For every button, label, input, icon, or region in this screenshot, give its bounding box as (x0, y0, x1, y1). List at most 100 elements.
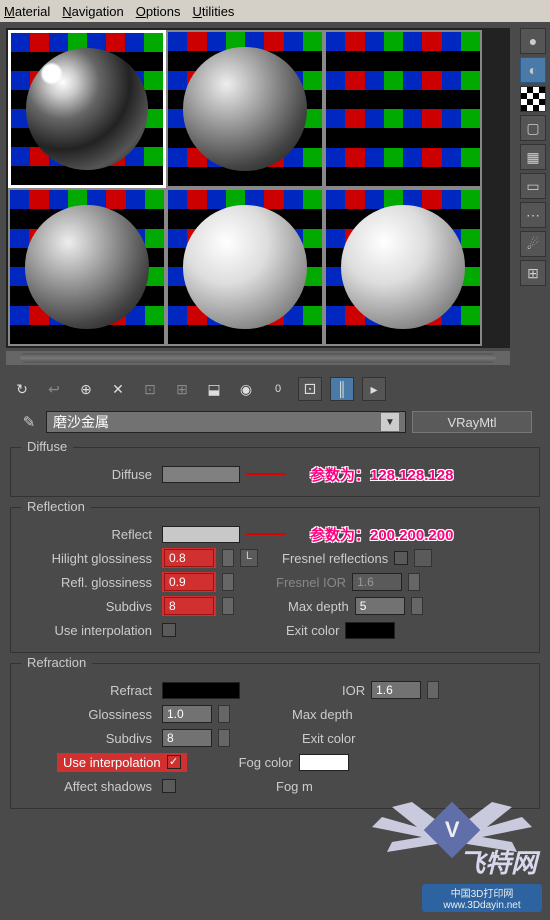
material-type-button[interactable]: VRayMtl (412, 411, 532, 433)
watermark-brand: 飞特网 (459, 843, 537, 880)
material-slot-5[interactable] (166, 188, 324, 346)
gloss-spinner[interactable]: 1.0 (162, 705, 212, 723)
reflect-label: Reflect (21, 527, 156, 542)
refraction-legend: Refraction (21, 655, 92, 670)
maxdepth-label: Max depth (288, 599, 349, 614)
lock-button[interactable]: L (240, 549, 258, 567)
diffuse-group: Diffuse Diffuse 参数为：128.128.128 (10, 447, 540, 497)
spinner-buttons[interactable] (222, 573, 234, 591)
refr-interp-checkbox[interactable] (167, 755, 181, 769)
assign-icon[interactable]: ⊕ (74, 377, 98, 401)
unique-icon[interactable]: ⊞ (170, 377, 194, 401)
eyedropper-icon[interactable]: ✎ (18, 411, 40, 433)
subdivs-spinner[interactable]: 8 (164, 597, 214, 615)
menu-material[interactable]: MMaterialaterial (4, 4, 50, 19)
reflect-color-swatch[interactable] (162, 526, 240, 543)
background-icon[interactable] (520, 86, 546, 112)
hgloss-label: Hilight glossiness (21, 551, 156, 566)
copy-icon[interactable]: ⊡ (138, 377, 162, 401)
refr-interp-label: Use interpolation (63, 755, 161, 770)
go-forward-icon[interactable]: ▸ (362, 377, 386, 401)
spinner-buttons[interactable] (427, 681, 439, 699)
gloss-label: Glossiness (21, 707, 156, 722)
dropdown-arrow-icon[interactable]: ▼ (381, 413, 399, 431)
material-name-input[interactable]: 磨沙金属▼ (46, 411, 406, 433)
menu-options[interactable]: Options (136, 4, 181, 19)
refr-subdivs-spinner[interactable]: 8 (162, 729, 212, 747)
exit-label: Exit color (286, 623, 339, 638)
spinner-buttons[interactable] (411, 597, 423, 615)
show-map-icon[interactable]: 0 (266, 377, 290, 401)
spinner-buttons[interactable] (222, 549, 234, 567)
maxdepth-spinner[interactable]: 5 (355, 597, 405, 615)
exit-color-swatch[interactable] (345, 622, 395, 639)
spinner-buttons[interactable] (218, 729, 230, 747)
fresnel-map-button[interactable] (414, 549, 432, 567)
fog-label: Fog color (239, 755, 293, 770)
subdivs-label: Subdivs (21, 599, 156, 614)
menu-utilities[interactable]: Utilities (193, 4, 235, 19)
annotation-line (246, 533, 286, 535)
reflect-annotation: 参数为：200.200.200 (310, 524, 453, 545)
effects-icon[interactable]: ◉ (234, 377, 258, 401)
select-by-icon[interactable]: ☄ (520, 231, 546, 257)
material-slot-2[interactable] (166, 30, 324, 188)
spinner-buttons[interactable] (218, 705, 230, 723)
show-end-icon[interactable]: ⚀ (298, 377, 322, 401)
watermark-badge: 中国3D打印网 www.3Ddayin.net (422, 884, 542, 912)
fresnel-checkbox[interactable] (394, 551, 408, 565)
reflection-legend: Reflection (21, 499, 91, 514)
fresnel-ior-label: Fresnel IOR (276, 575, 346, 590)
refr-subdivs-label: Subdivs (21, 731, 156, 746)
diffuse-label: Diffuse (21, 467, 156, 482)
refract-color-swatch[interactable] (162, 682, 240, 699)
diffuse-annotation: 参数为：128.128.128 (310, 464, 453, 485)
go-parent-icon[interactable]: ║ (330, 377, 354, 401)
material-slot-1[interactable] (8, 30, 166, 188)
interp-checkbox[interactable] (162, 623, 176, 637)
interp-label: Use interpolation (21, 623, 156, 638)
sample-type-icon[interactable]: ● (520, 28, 546, 54)
video-color-icon[interactable]: ▦ (520, 144, 546, 170)
fresnel-ior-spinner[interactable]: 1.6 (352, 573, 402, 591)
rgloss-label: Refl. glossiness (21, 575, 156, 590)
rgloss-spinner[interactable]: 0.9 (164, 573, 214, 591)
reset-icon[interactable]: ✕ (106, 377, 130, 401)
ior-spinner[interactable]: 1.6 (371, 681, 421, 699)
ior-label: IOR (342, 683, 365, 698)
refr-exit-label: Exit color (302, 731, 355, 746)
lower-toolbar: ↻ ↩ ⊕ ✕ ⊡ ⊞ ⬓ ◉ 0 ⚀ ║ ▸ (0, 371, 550, 407)
refr-maxdepth-label: Max depth (292, 707, 353, 722)
backlight-icon[interactable]: ◐ (520, 57, 546, 83)
diffuse-legend: Diffuse (21, 439, 73, 454)
material-slot-3[interactable] (324, 30, 482, 188)
diffuse-color-swatch[interactable] (162, 466, 240, 483)
shadows-label: Affect shadows (21, 779, 156, 794)
watermark: V 飞特网 中国3D打印网 www.3Ddayin.net (362, 792, 542, 912)
material-preview-area (0, 22, 516, 371)
watermark-v-icon: V (424, 802, 481, 859)
options-icon[interactable]: ⋯ (520, 202, 546, 228)
get-material-icon[interactable]: ↻ (10, 377, 34, 401)
make-preview-icon[interactable]: ▭ (520, 173, 546, 199)
fog-color-swatch[interactable] (299, 754, 349, 771)
menu-navigation[interactable]: Navigation (62, 4, 123, 19)
fogm-label: Fog m (276, 779, 313, 794)
spinner-buttons[interactable] (408, 573, 420, 591)
hgloss-spinner[interactable]: 0.8 (164, 549, 214, 567)
material-slot-4[interactable] (8, 188, 166, 346)
spinner-buttons[interactable] (222, 597, 234, 615)
put-to-lib-icon[interactable]: ⬓ (202, 377, 226, 401)
annotation-line (246, 473, 286, 475)
put-material-icon[interactable]: ↩ (42, 377, 66, 401)
shadows-checkbox[interactable] (162, 779, 176, 793)
side-toolbar: ● ◐ ▢ ▦ ▭ ⋯ ☄ ⊞ (516, 22, 550, 371)
preview-scrollbar[interactable] (6, 351, 510, 365)
library-icon[interactable]: ⊞ (520, 260, 546, 286)
sample-uv-icon[interactable]: ▢ (520, 115, 546, 141)
material-slot-6[interactable] (324, 188, 482, 346)
fresnel-label: Fresnel reflections (282, 551, 388, 566)
reflection-group: Reflection Reflect 参数为：200.200.200 Hilig… (10, 507, 540, 653)
refraction-group: Refraction Refract IOR 1.6 Glossiness 1.… (10, 663, 540, 809)
refract-label: Refract (21, 683, 156, 698)
